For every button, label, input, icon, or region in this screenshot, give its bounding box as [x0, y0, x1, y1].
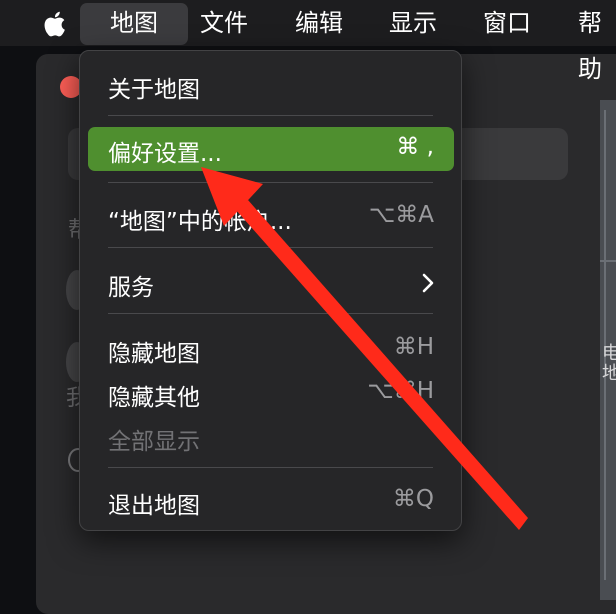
menu-item-show-all: 全部显示 — [88, 415, 454, 459]
map-label: 电 地 — [602, 343, 616, 384]
map-road — [600, 260, 616, 262]
menu-item-shortcut: ⌘ , — [396, 134, 434, 160]
menu-view[interactable]: 显示 — [389, 0, 437, 46]
menu-item-shortcut: ⌘H — [393, 334, 434, 360]
menu-bar: 地图 文件 编辑 显示 窗口 帮助 — [0, 0, 616, 83]
chevron-right-icon — [422, 273, 434, 293]
menu-item-services[interactable]: 服务 — [88, 261, 454, 305]
menu-item-label: 偏好设置... — [108, 141, 222, 167]
menu-help[interactable]: 帮助 — [578, 0, 616, 83]
menu-separator — [108, 313, 433, 314]
menu-item-about[interactable]: 关于地图 — [88, 63, 454, 107]
menu-item-shortcut: ⌘Q — [392, 486, 434, 512]
menu-item-label: 全部显示 — [108, 429, 200, 455]
menu-item-accounts[interactable]: “地图”中的帐户... ⌥⌘A — [88, 195, 454, 239]
menu-item-hide-others[interactable]: 隐藏其他 ⌥⌘H — [88, 371, 454, 415]
menu-item-shortcut: ⌥⌘H — [367, 378, 434, 404]
menu-file[interactable]: 文件 — [200, 0, 248, 46]
menu-separator — [108, 115, 433, 116]
menu-item-hide[interactable]: 隐藏地图 ⌘H — [88, 327, 454, 371]
menu-item-label: 退出地图 — [108, 493, 200, 519]
menu-separator — [108, 247, 433, 248]
menu-item-label: 隐藏其他 — [108, 385, 200, 411]
menu-item-label: 服务 — [108, 275, 154, 301]
menu-edit[interactable]: 编辑 — [295, 0, 343, 46]
menu-item-shortcut: ⌥⌘A — [368, 202, 434, 228]
menu-item-quit[interactable]: 退出地图 ⌘Q — [88, 479, 454, 523]
menu-item-label: 关于地图 — [108, 77, 200, 103]
menu-item-preferences[interactable]: 偏好设置... ⌘ , — [88, 127, 454, 171]
menu-map[interactable]: 地图 — [80, 3, 188, 45]
menu-item-label: “地图”中的帐户... — [108, 209, 292, 235]
menu-window[interactable]: 窗口 — [483, 0, 531, 46]
menu-separator — [108, 182, 433, 183]
apple-icon[interactable] — [40, 10, 66, 38]
map-menu-dropdown: 关于地图 偏好设置... ⌘ , “地图”中的帐户... ⌥⌘A 服务 隐藏地图… — [79, 50, 462, 531]
menu-separator — [108, 467, 433, 468]
menu-item-label: 隐藏地图 — [108, 341, 200, 367]
